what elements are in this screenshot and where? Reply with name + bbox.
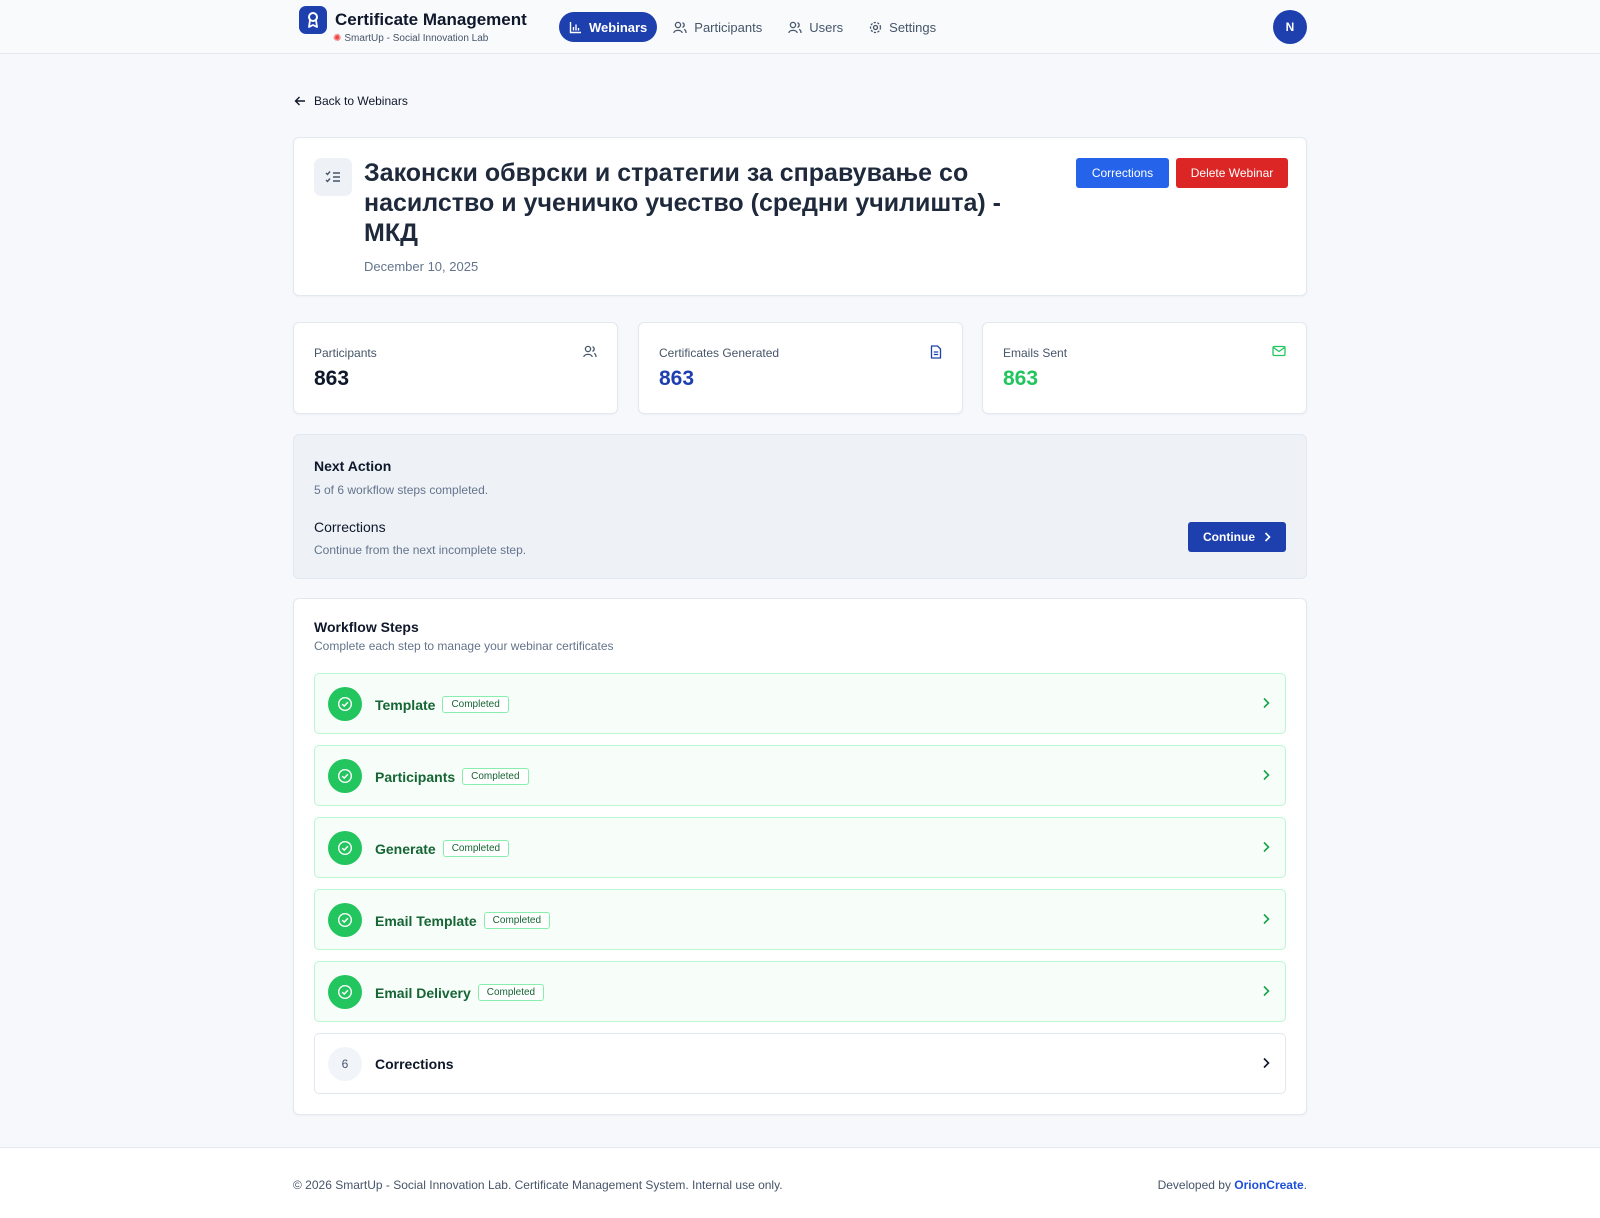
org-subtitle: ✺ SmartUp - Social Innovation Lab — [333, 33, 488, 44]
org-subtitle-text: SmartUp - Social Innovation Lab — [344, 33, 489, 44]
developer-prefix: Developed by — [1157, 1178, 1231, 1192]
chevron-right-icon — [1263, 697, 1270, 709]
webinar-date: December 10, 2025 — [364, 259, 479, 274]
nav-webinars[interactable]: Webinars — [559, 12, 658, 42]
checklist-icon — [314, 158, 352, 196]
main-nav: Webinars Participants Users Settings — [559, 12, 952, 42]
step-label: Email Delivery — [375, 984, 471, 1001]
brand[interactable]: Certificate Management ✺ SmartUp - Social… — [299, 6, 527, 44]
back-to-webinars-link[interactable]: Back to Webinars — [294, 94, 408, 108]
status-badge: Completed — [442, 696, 509, 713]
next-action-title: Next Action — [314, 458, 392, 474]
user-avatar[interactable]: N — [1273, 10, 1307, 44]
workflow-title: Workflow Steps — [314, 619, 419, 635]
step-number: 6 — [328, 1047, 362, 1081]
status-badge: Completed — [483, 912, 551, 929]
chevron-right-icon — [1264, 532, 1271, 542]
next-step-name: Corrections — [314, 519, 386, 535]
step-label: Generate — [375, 840, 436, 857]
developer-suffix: . — [1303, 1178, 1307, 1192]
stat-value: 863 — [1003, 367, 1039, 390]
stat-label: Emails Sent — [1003, 346, 1068, 360]
chevron-right-icon — [1263, 913, 1270, 925]
nav-users[interactable]: Users — [778, 12, 853, 42]
workflow-step-email-delivery[interactable]: Email Delivery Completed — [314, 961, 1286, 1022]
stat-card-participants: Participants 863 — [293, 322, 618, 414]
nav-settings-label: Settings — [889, 19, 937, 35]
check-circle-icon — [328, 975, 362, 1009]
nav-users-label: Users — [809, 19, 844, 35]
check-circle-icon — [328, 687, 362, 721]
copyright-text: © 2026 SmartUp - Social Innovation Lab. … — [293, 1178, 783, 1192]
step-label: Email Template — [375, 912, 477, 929]
step-label: Template — [375, 696, 436, 713]
app-title: Certificate Management — [335, 10, 527, 29]
workflow-step-email-template[interactable]: Email Template Completed — [314, 889, 1286, 950]
continue-button-label: Continue — [1203, 530, 1255, 544]
developer-link[interactable]: OrionCreate — [1234, 1178, 1303, 1192]
stat-label: Certificates Generated — [659, 346, 780, 360]
stat-label: Participants — [314, 346, 377, 360]
next-action-panel: Next Action 5 of 6 workflow steps comple… — [293, 434, 1307, 579]
stat-card-certificates: Certificates Generated 863 — [638, 322, 963, 414]
step-name: Email Delivery Completed — [375, 984, 545, 1001]
document-icon — [930, 345, 942, 359]
step-label: Corrections — [375, 1056, 454, 1072]
nav-webinars-label: Webinars — [589, 19, 648, 35]
spark-icon: ✺ — [333, 33, 342, 44]
users-icon — [583, 345, 597, 358]
chevron-right-icon — [1263, 985, 1270, 997]
status-badge: Completed — [462, 768, 529, 785]
status-badge: Completed — [477, 984, 545, 1001]
users-icon — [673, 21, 687, 33]
workflow-step-corrections[interactable]: 6 Corrections — [314, 1033, 1286, 1094]
step-name: Generate Completed — [375, 840, 510, 857]
arrow-left-icon — [294, 96, 305, 106]
stat-value: 863 — [314, 367, 350, 390]
back-link-label: Back to Webinars — [314, 94, 408, 108]
top-navigation-bar: Certificate Management ✺ SmartUp - Social… — [0, 0, 1600, 54]
workflow-subtitle: Complete each step to manage your webina… — [314, 639, 614, 653]
workflow-progress-text: 5 of 6 workflow steps completed. — [314, 483, 489, 497]
workflow-steps-card: Workflow Steps Complete each step to man… — [293, 598, 1307, 1115]
next-step-description: Continue from the next incomplete step. — [314, 543, 527, 557]
step-name: Corrections — [375, 1056, 454, 1072]
nav-settings[interactable]: Settings — [859, 12, 946, 42]
workflow-step-participants[interactable]: Participants Completed — [314, 745, 1286, 806]
gear-icon — [870, 21, 882, 33]
nav-participants[interactable]: Participants — [663, 12, 772, 42]
step-label: Participants — [375, 768, 456, 785]
webinar-title: Законски обврски и стратегии за справува… — [364, 159, 1001, 247]
chevron-right-icon — [1263, 1057, 1270, 1069]
users-icon — [788, 21, 802, 33]
footer: © 2026 SmartUp - Social Innovation Lab. … — [0, 1147, 1600, 1218]
nav-participants-label: Participants — [694, 19, 763, 35]
check-circle-icon — [328, 831, 362, 865]
stat-card-emails: Emails Sent 863 — [982, 322, 1307, 414]
check-circle-icon — [328, 759, 362, 793]
developer-credit: Developed by OrionCreate. — [1158, 1178, 1307, 1192]
chevron-right-icon — [1263, 841, 1270, 853]
continue-button[interactable]: Continue — [1188, 522, 1286, 552]
step-name: Template Completed — [375, 696, 509, 713]
delete-webinar-button[interactable]: Delete Webinar — [1176, 158, 1288, 188]
corrections-button[interactable]: Corrections — [1076, 158, 1169, 188]
step-name: Participants Completed — [375, 768, 529, 785]
mail-icon — [1272, 345, 1286, 357]
bar-chart-icon — [569, 21, 581, 33]
chevron-right-icon — [1263, 769, 1270, 781]
stat-value: 863 — [659, 367, 695, 390]
webinar-header-card: Законски обврски и стратегии за справува… — [293, 137, 1307, 296]
workflow-step-generate[interactable]: Generate Completed — [314, 817, 1286, 878]
status-badge: Completed — [442, 840, 510, 857]
workflow-step-template[interactable]: Template Completed — [314, 673, 1286, 734]
check-circle-icon — [328, 903, 362, 937]
step-name: Email Template Completed — [375, 912, 551, 929]
award-icon — [299, 6, 327, 34]
